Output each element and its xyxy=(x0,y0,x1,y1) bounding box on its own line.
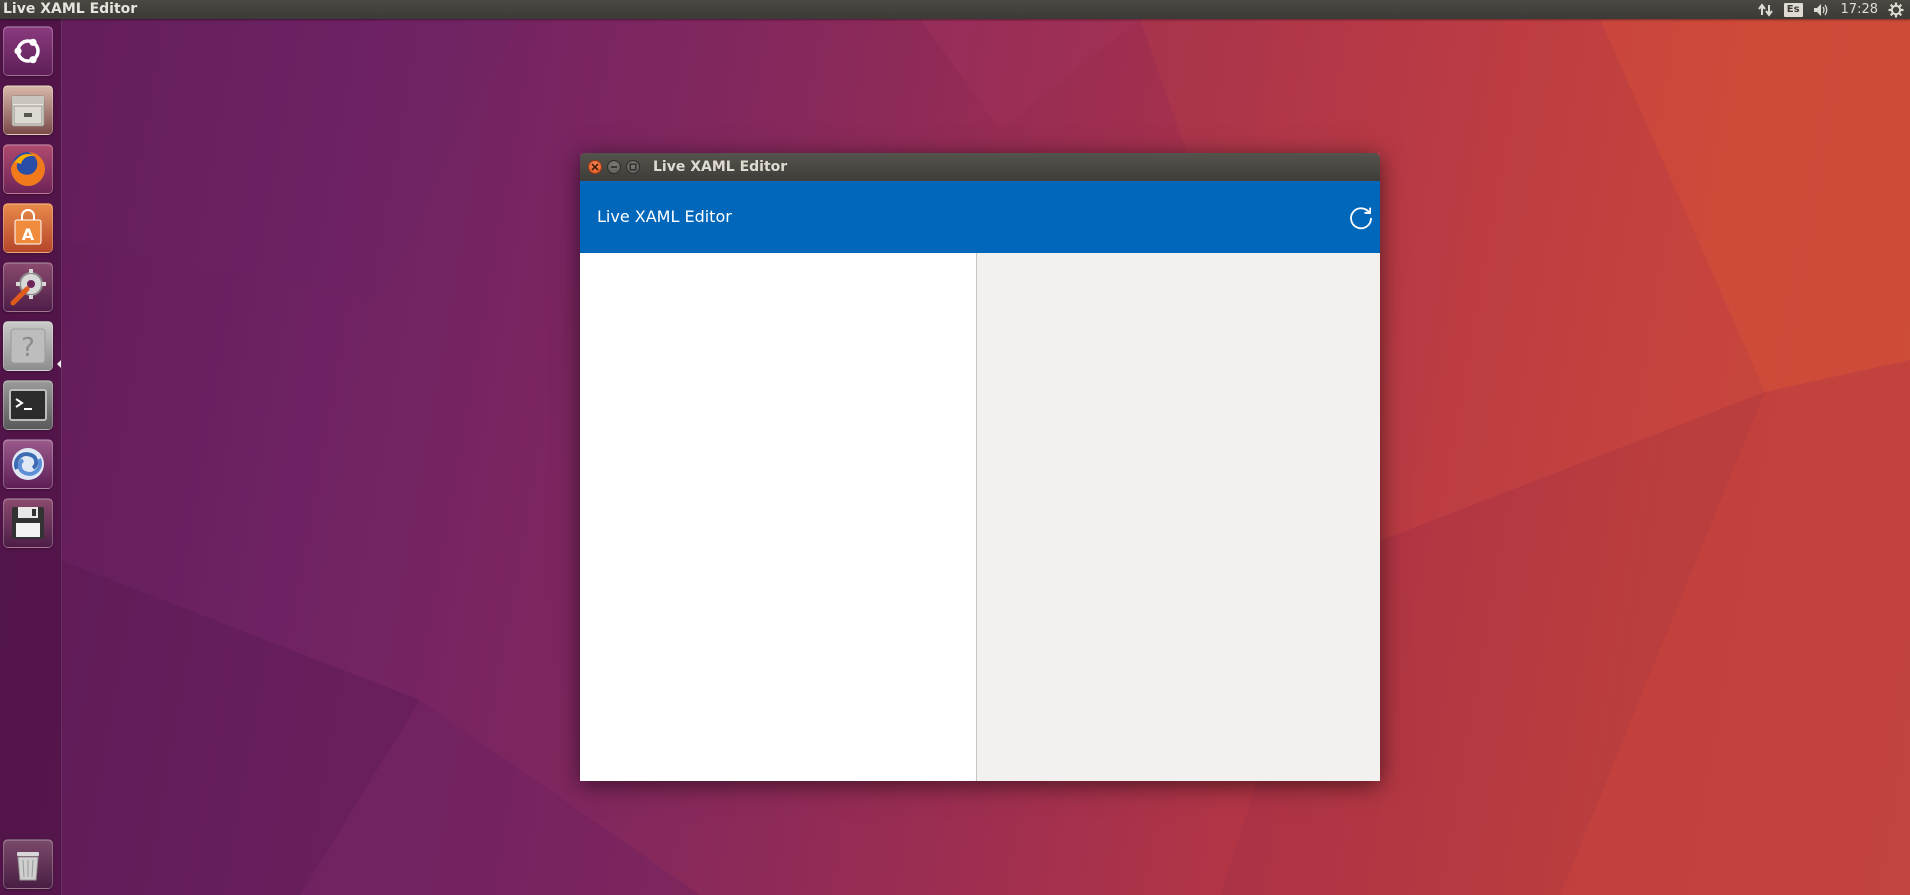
launcher-firefox[interactable] xyxy=(3,144,53,194)
system-tray: Es 17:28 xyxy=(1757,0,1910,19)
wrench-gear-icon xyxy=(10,269,46,306)
session-gear-icon[interactable] xyxy=(1888,0,1904,19)
clock-label: 17:28 xyxy=(1840,2,1878,17)
launcher-files[interactable] xyxy=(3,85,53,135)
ubuntu-logo-icon xyxy=(14,38,40,64)
maximize-icon xyxy=(629,163,637,171)
svg-text:?: ? xyxy=(21,333,35,363)
close-icon xyxy=(591,163,599,171)
active-indicator-arrow xyxy=(57,360,61,368)
xaml-editor-pane[interactable] xyxy=(580,253,977,781)
desktop-background: Live XAML Editor Es 17:28 A ? Live XAML … xyxy=(0,0,1910,895)
app-header-bar: Live XAML Editor xyxy=(580,181,1380,253)
app-content xyxy=(580,253,1380,781)
launcher-help[interactable]: ? xyxy=(3,321,53,371)
minimize-icon xyxy=(611,166,617,168)
app-window: Live XAML Editor Live XAML Editor xyxy=(580,153,1380,781)
launcher-dash-home[interactable] xyxy=(3,26,53,76)
clock[interactable]: 17:28 xyxy=(1841,0,1878,19)
svg-text:A: A xyxy=(22,225,35,244)
window-titlebar[interactable]: Live XAML Editor xyxy=(580,153,1380,181)
maximize-button[interactable] xyxy=(626,160,640,174)
xaml-preview-pane xyxy=(977,253,1380,781)
launcher: A ? xyxy=(0,19,62,895)
question-mark-icon: ? xyxy=(10,328,46,364)
launcher-system-settings[interactable] xyxy=(3,262,53,312)
close-button[interactable] xyxy=(588,160,602,174)
launcher-save-app[interactable] xyxy=(3,498,53,548)
terminal-icon xyxy=(9,389,47,421)
minimize-button[interactable] xyxy=(607,160,621,174)
launcher-software-center[interactable]: A xyxy=(3,203,53,253)
app-header-title: Live XAML Editor xyxy=(597,207,732,226)
window-title: Live XAML Editor xyxy=(653,159,788,175)
shopping-bag-icon: A xyxy=(14,209,42,245)
floppy-disk-icon xyxy=(12,507,44,539)
trash-icon xyxy=(17,852,39,881)
refresh-icon xyxy=(1350,207,1372,230)
launcher-terminal[interactable] xyxy=(3,380,53,430)
launcher-app-chain[interactable] xyxy=(3,439,53,489)
firefox-icon xyxy=(11,152,45,186)
chain-link-icon xyxy=(12,448,44,480)
refresh-button[interactable] xyxy=(1346,203,1376,233)
volume-icon[interactable] xyxy=(1813,0,1831,19)
top-panel: Live XAML Editor Es 17:28 xyxy=(0,0,1910,19)
file-cabinet-icon xyxy=(11,95,45,127)
network-icon[interactable] xyxy=(1757,0,1774,19)
keyboard-layout-indicator[interactable]: Es xyxy=(1783,0,1803,19)
launcher-trash[interactable] xyxy=(3,839,53,889)
active-app-title: Live XAML Editor xyxy=(3,1,138,17)
keyboard-layout-label: Es xyxy=(1783,2,1803,17)
